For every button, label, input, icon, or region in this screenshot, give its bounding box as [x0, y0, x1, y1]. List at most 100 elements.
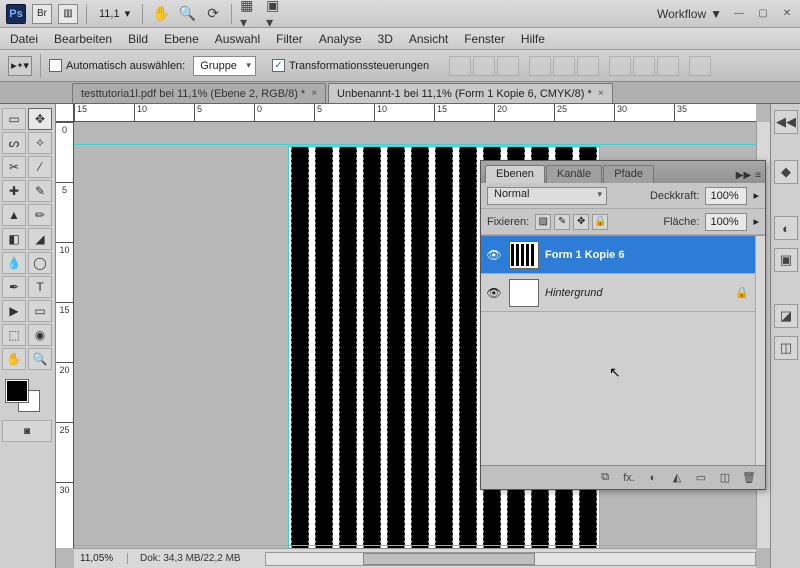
layer-row[interactable]: 👁 Hintergrund 🔒: [481, 274, 765, 312]
menu-ebene[interactable]: Ebene: [164, 32, 199, 46]
lock-all-icon[interactable]: 🔒: [592, 214, 608, 230]
mask-icon[interactable]: ◐: [645, 472, 661, 484]
arrange-docs-icon[interactable]: ▦ ▾: [240, 4, 260, 24]
group-icon[interactable]: ▭: [693, 471, 709, 484]
fx-icon[interactable]: fx.: [621, 472, 637, 484]
menu-hilfe[interactable]: Hilfe: [521, 32, 545, 46]
minimize-icon[interactable]: ―: [732, 7, 746, 21]
menu-ansicht[interactable]: Ansicht: [409, 32, 448, 46]
close-icon[interactable]: ✕: [780, 7, 794, 21]
adjustment-icon[interactable]: ◭: [669, 471, 685, 484]
blend-mode-dropdown[interactable]: Normal: [487, 187, 607, 205]
rotate-view-icon[interactable]: ⟳: [203, 4, 223, 24]
align-btn[interactable]: [577, 56, 599, 76]
panel-collapse-icon[interactable]: ▶▶: [736, 170, 751, 181]
maximize-icon[interactable]: ▢: [756, 7, 770, 21]
distribute-btn[interactable]: [609, 56, 631, 76]
link-layers-icon[interactable]: ⧉: [597, 471, 613, 484]
layers-panel-icon[interactable]: ◪: [774, 304, 798, 328]
type-tool[interactable]: T: [28, 276, 52, 298]
document-tab[interactable]: Unbenannt-1 bei 11,1% (Form 1 Kopie 6, C…: [328, 83, 613, 103]
lasso-tool[interactable]: ᔕ: [2, 132, 26, 154]
doc-size[interactable]: Dok: 34,3 MB/22,2 MB: [128, 553, 241, 564]
layer-thumbnail[interactable]: [509, 241, 539, 269]
panel-scrollbar[interactable]: [755, 236, 765, 465]
workspace-switcher[interactable]: Workflow ▼: [657, 7, 722, 21]
mask-panel-icon[interactable]: ▣: [774, 248, 798, 272]
fill-field[interactable]: 100%: [705, 213, 747, 231]
crop-tool[interactable]: ✂: [2, 156, 26, 178]
history-brush-tool[interactable]: ✏: [28, 204, 52, 226]
align-btn[interactable]: [497, 56, 519, 76]
color-panel-icon[interactable]: ◆: [774, 160, 798, 184]
opacity-slider-icon[interactable]: ▸: [753, 189, 759, 202]
menu-fenster[interactable]: Fenster: [464, 32, 505, 46]
eraser-tool[interactable]: ◧: [2, 228, 26, 250]
layer-name[interactable]: Hintergrund: [545, 287, 602, 299]
dock-expand-icon[interactable]: ◀◀: [774, 110, 798, 134]
layer-name[interactable]: Form 1 Kopie 6: [545, 249, 624, 261]
bridge-icon[interactable]: Br: [32, 4, 52, 24]
channels-panel-icon[interactable]: ◫: [774, 336, 798, 360]
menu-3d[interactable]: 3D: [378, 32, 393, 46]
panel-tab-kanaele[interactable]: Kanäle: [546, 165, 602, 183]
eyedropper-tool[interactable]: ⁄: [28, 156, 52, 178]
menu-datei[interactable]: Datei: [10, 32, 38, 46]
transform-controls-checkbox[interactable]: ✓Transformationssteuerungen: [272, 59, 429, 72]
path-select-tool[interactable]: ▶: [2, 300, 26, 322]
zoom-tool[interactable]: 🔍: [28, 348, 52, 370]
pen-tool[interactable]: ✒: [2, 276, 26, 298]
document-tab[interactable]: testtutoria1l.pdf bei 11,1% (Ebene 2, RG…: [72, 83, 326, 103]
align-btn[interactable]: [529, 56, 551, 76]
visibility-icon[interactable]: 👁: [485, 284, 503, 302]
hand-tool[interactable]: ✋: [2, 348, 26, 370]
guide[interactable]: [74, 545, 756, 546]
opacity-field[interactable]: 100%: [705, 187, 747, 205]
menu-bearbeiten[interactable]: Bearbeiten: [54, 32, 112, 46]
ruler-horizontal[interactable]: 1510505101520253035: [74, 104, 756, 122]
zoom-level[interactable]: 11,1 ▾: [95, 4, 134, 24]
scrollbar-horizontal[interactable]: [265, 552, 756, 566]
move-tool-preset[interactable]: ▸✦▾: [8, 56, 32, 76]
zoom-field[interactable]: 11,05%: [74, 553, 128, 564]
menu-auswahl[interactable]: Auswahl: [215, 32, 260, 46]
panel-menu-icon[interactable]: ≡: [755, 170, 761, 181]
trash-icon[interactable]: 🗑: [741, 471, 757, 484]
minibridge-icon[interactable]: ▥: [58, 4, 78, 24]
color-swatches[interactable]: [2, 378, 52, 418]
tab-close-icon[interactable]: ×: [598, 88, 604, 99]
wand-tool[interactable]: ✧: [28, 132, 52, 154]
panel-tab-pfade[interactable]: Pfade: [603, 165, 654, 183]
marquee-tool[interactable]: ▭: [2, 108, 26, 130]
layers-panel[interactable]: Ebenen Kanäle Pfade ▶▶≡ Normal Deckkraft…: [480, 160, 766, 490]
screen-mode-icon[interactable]: ▣ ▾: [266, 4, 286, 24]
layer-thumbnail[interactable]: [509, 279, 539, 307]
blur-tool[interactable]: 💧: [2, 252, 26, 274]
align-btn[interactable]: [553, 56, 575, 76]
ruler-vertical[interactable]: 051015202530: [56, 122, 74, 548]
lock-pixels-icon[interactable]: ✎: [554, 214, 570, 230]
new-layer-icon[interactable]: ◫: [717, 471, 733, 484]
lock-transparent-icon[interactable]: ▨: [535, 214, 551, 230]
lock-position-icon[interactable]: ✥: [573, 214, 589, 230]
distribute-btn[interactable]: [689, 56, 711, 76]
visibility-icon[interactable]: 👁: [485, 246, 503, 264]
ruler-origin[interactable]: [56, 104, 74, 122]
tab-close-icon[interactable]: ×: [311, 88, 317, 99]
align-btn[interactable]: [473, 56, 495, 76]
menu-analyse[interactable]: Analyse: [319, 32, 362, 46]
layer-row[interactable]: 👁 Form 1 Kopie 6: [481, 236, 765, 274]
auto-select-checkbox[interactable]: Automatisch auswählen:: [49, 59, 185, 72]
distribute-btn[interactable]: [633, 56, 655, 76]
align-btn[interactable]: [449, 56, 471, 76]
panel-tab-ebenen[interactable]: Ebenen: [485, 165, 545, 183]
3d-camera-tool[interactable]: ◉: [28, 324, 52, 346]
dodge-tool[interactable]: ◯: [28, 252, 52, 274]
adjust-panel-icon[interactable]: ◐: [774, 216, 798, 240]
hand-tool-icon[interactable]: ✋: [151, 4, 171, 24]
zoom-tool-icon[interactable]: 🔍: [177, 4, 197, 24]
shape-tool[interactable]: ▭: [28, 300, 52, 322]
menu-filter[interactable]: Filter: [276, 32, 303, 46]
brush-tool[interactable]: ✎: [28, 180, 52, 202]
stamp-tool[interactable]: ▲: [2, 204, 26, 226]
